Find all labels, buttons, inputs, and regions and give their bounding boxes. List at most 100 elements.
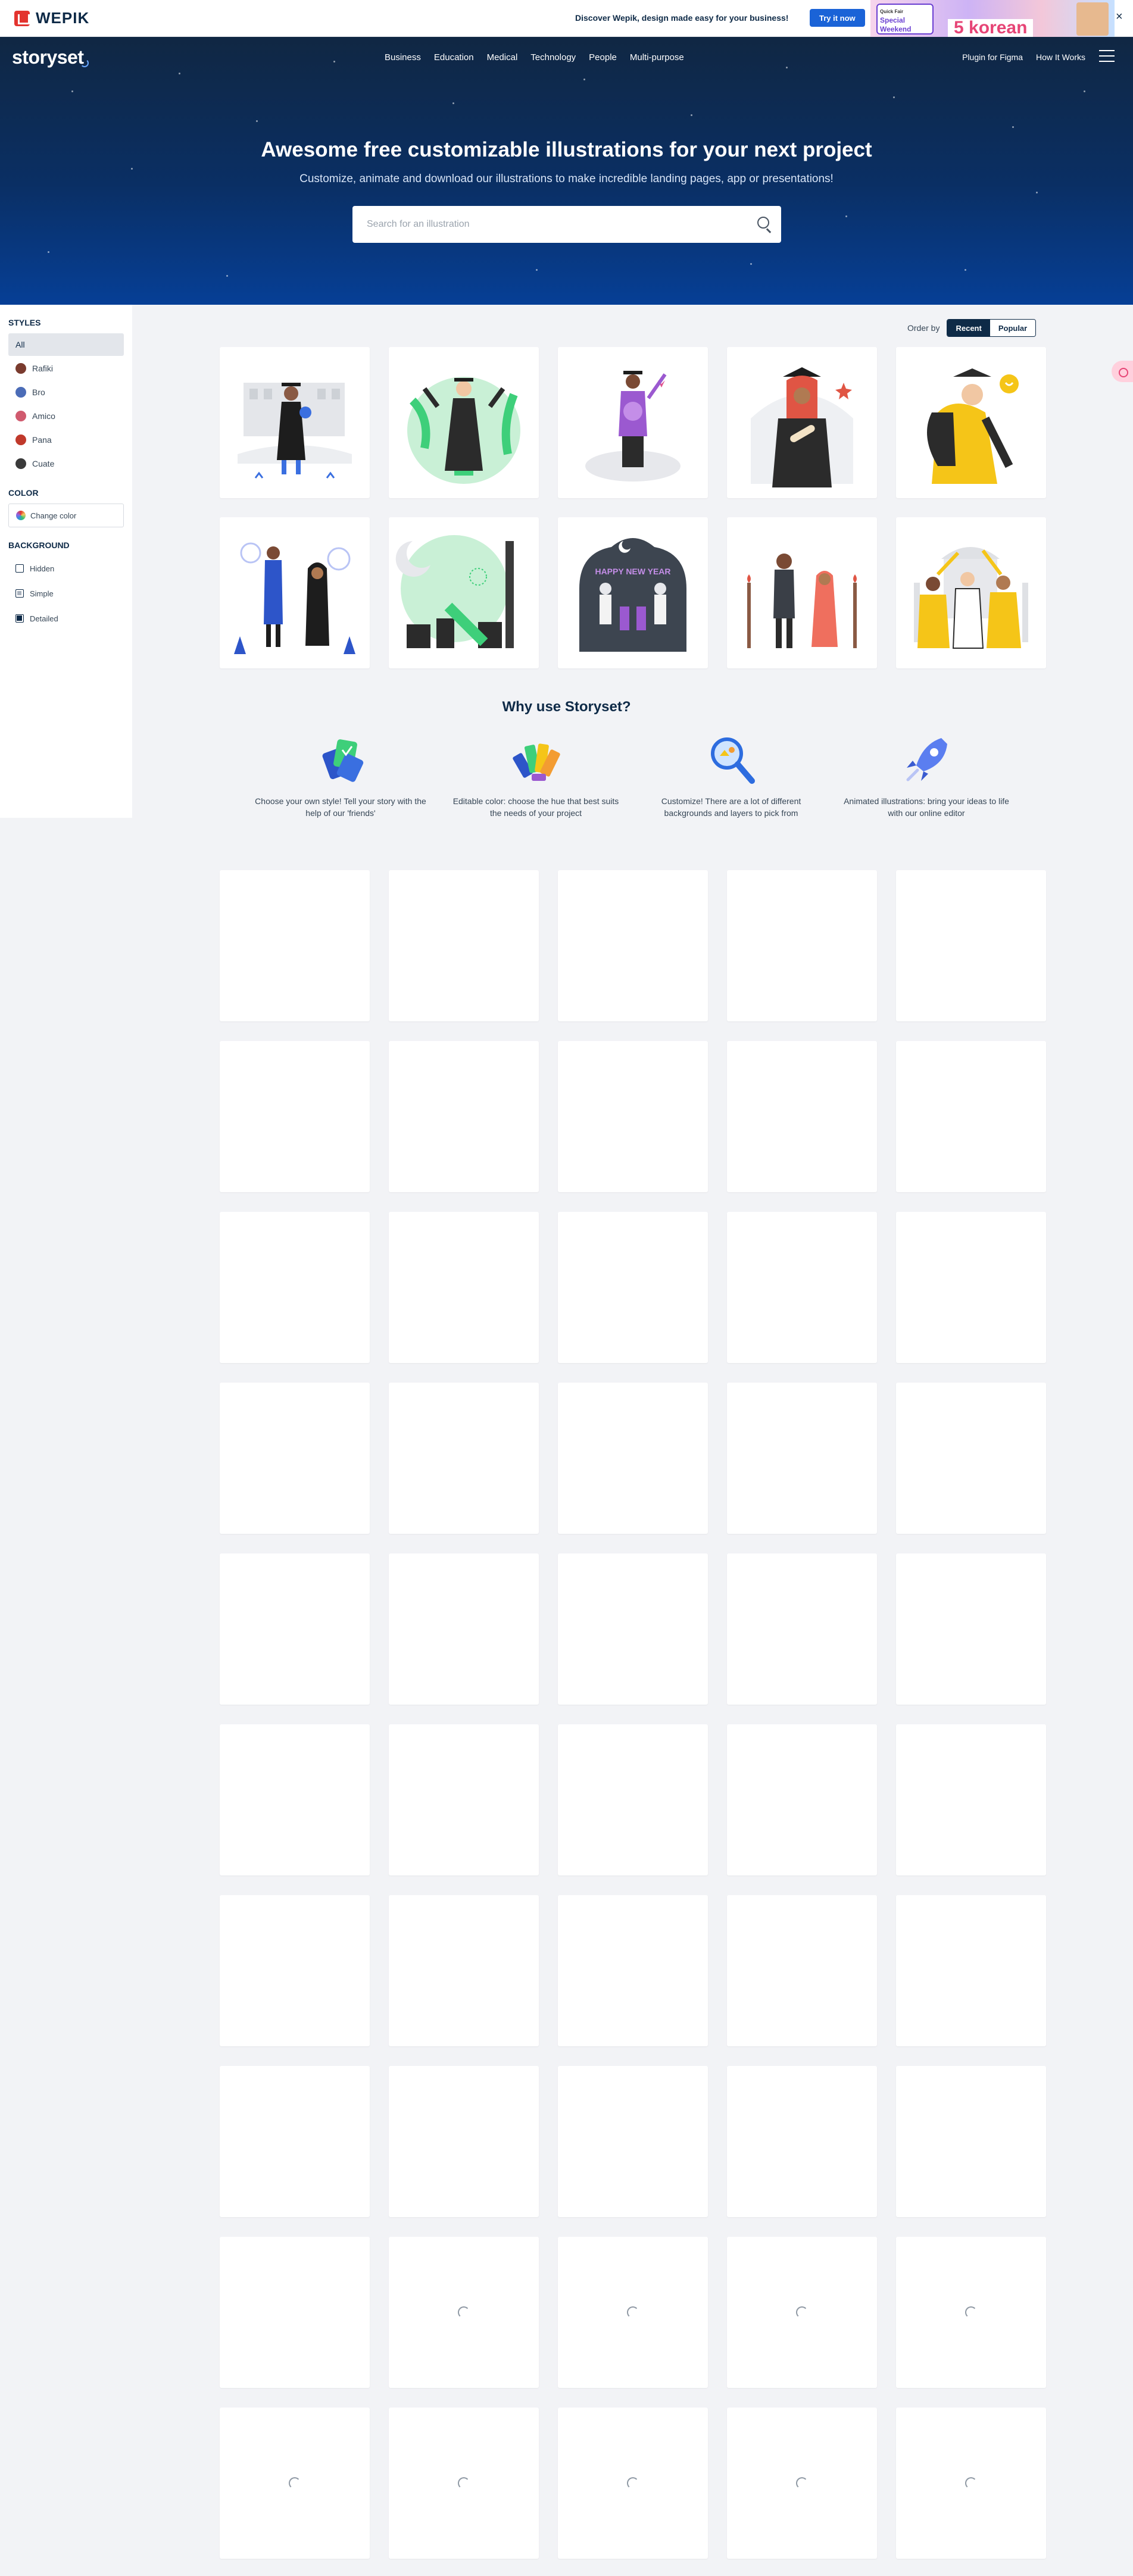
illustration-card-placeholder[interactable] bbox=[896, 2408, 1046, 2559]
illustration-card-placeholder[interactable] bbox=[896, 1895, 1046, 2046]
illustration-card[interactable] bbox=[727, 517, 877, 668]
illustration-card-placeholder[interactable] bbox=[727, 1383, 877, 1534]
hamburger-menu-icon[interactable] bbox=[1099, 50, 1115, 62]
feature-text: Animated illustrations: bring your ideas… bbox=[844, 796, 1009, 818]
illustration-card[interactable] bbox=[389, 517, 539, 668]
illustration-card-placeholder[interactable] bbox=[727, 2237, 877, 2388]
illustration-card-placeholder[interactable] bbox=[896, 1212, 1046, 1363]
nav-link-technology[interactable]: Technology bbox=[530, 52, 576, 62]
illustration-card-placeholder[interactable] bbox=[389, 1553, 539, 1705]
style-filter-amico[interactable]: Amico bbox=[8, 405, 124, 427]
illustration-card-placeholder[interactable] bbox=[389, 2408, 539, 2559]
nav-link-multi-purpose[interactable]: Multi-purpose bbox=[630, 52, 684, 62]
illustration-card-placeholder[interactable] bbox=[220, 2066, 370, 2217]
illustration-card-placeholder[interactable] bbox=[727, 1724, 877, 1875]
promo-banner[interactable]: Quick Fair Special Weekend 5 korean bbox=[870, 0, 1115, 37]
illustration-card-placeholder[interactable] bbox=[727, 1553, 877, 1705]
star-decoration bbox=[691, 114, 692, 116]
illustration-card-placeholder[interactable] bbox=[220, 1895, 370, 2046]
illustration-card-placeholder[interactable] bbox=[727, 1212, 877, 1363]
search-icon[interactable] bbox=[745, 207, 781, 242]
illustration-card-placeholder[interactable] bbox=[558, 870, 708, 1021]
order-popular-button[interactable]: Popular bbox=[990, 320, 1036, 336]
nav-link-business[interactable]: Business bbox=[385, 52, 421, 62]
order-toggle: Recent Popular bbox=[947, 319, 1037, 337]
background-hidden-option[interactable]: Hidden bbox=[8, 556, 124, 581]
illustration-card-placeholder[interactable] bbox=[558, 1041, 708, 1192]
plugin-for-figma-link[interactable]: Plugin for Figma bbox=[962, 52, 1023, 62]
storyset-logo[interactable]: storyset bbox=[12, 46, 88, 68]
illustration-card-placeholder[interactable] bbox=[896, 2237, 1046, 2388]
illustration-card-placeholder[interactable] bbox=[896, 1383, 1046, 1534]
star-decoration bbox=[845, 215, 847, 217]
illustration-card-placeholder[interactable] bbox=[389, 1895, 539, 2046]
illustration-card-placeholder[interactable] bbox=[220, 870, 370, 1021]
try-it-now-button[interactable]: Try it now bbox=[810, 9, 865, 27]
background-simple-option[interactable]: Simple bbox=[8, 581, 124, 606]
illustration-card-placeholder[interactable] bbox=[558, 1212, 708, 1363]
illustration-card-placeholder[interactable] bbox=[727, 1041, 877, 1192]
side-feedback-tab[interactable] bbox=[1112, 361, 1133, 382]
search-input[interactable] bbox=[352, 207, 745, 242]
illustration-card-placeholder[interactable] bbox=[558, 1895, 708, 2046]
illustration-card-placeholder[interactable] bbox=[220, 2408, 370, 2559]
illustration-card-placeholder[interactable] bbox=[389, 870, 539, 1021]
illustration-card-placeholder[interactable] bbox=[220, 1041, 370, 1192]
illustration-card-placeholder[interactable] bbox=[220, 1724, 370, 1875]
illustration-card-placeholder[interactable] bbox=[389, 1041, 539, 1192]
style-filter-cuate[interactable]: Cuate bbox=[8, 452, 124, 475]
wepik-logo[interactable]: WEPIK bbox=[14, 9, 89, 27]
graduate-hijab-diploma-illustration bbox=[751, 367, 853, 487]
color-palette-icon bbox=[513, 743, 560, 781]
illustration-card-placeholder[interactable] bbox=[896, 2066, 1046, 2217]
style-filter-all[interactable]: All bbox=[8, 333, 124, 356]
illustration-card-placeholder[interactable] bbox=[220, 1553, 370, 1705]
why-storyset-title: Why use Storyset? bbox=[502, 699, 631, 715]
illustration-card-placeholder[interactable] bbox=[727, 1895, 877, 2046]
illustration-card-placeholder[interactable] bbox=[220, 1212, 370, 1363]
illustration-card-placeholder[interactable] bbox=[558, 2408, 708, 2559]
illustration-card-placeholder[interactable] bbox=[558, 1553, 708, 1705]
illustration-card-placeholder[interactable] bbox=[896, 1724, 1046, 1875]
illustration-card-placeholder[interactable] bbox=[220, 1383, 370, 1534]
illustration-card[interactable] bbox=[896, 517, 1046, 668]
illustration-card-placeholder[interactable] bbox=[389, 1383, 539, 1534]
styles-heading: STYLES bbox=[8, 318, 41, 327]
illustration-card-placeholder[interactable] bbox=[727, 2408, 877, 2559]
background-detailed-option[interactable]: Detailed bbox=[8, 606, 124, 631]
nav-link-people[interactable]: People bbox=[589, 52, 617, 62]
illustration-card[interactable] bbox=[389, 347, 539, 498]
illustration-card-placeholder[interactable] bbox=[389, 2237, 539, 2388]
illustration-card-placeholder[interactable] bbox=[896, 1041, 1046, 1192]
loading-spinner-icon bbox=[965, 2306, 977, 2318]
illustration-card-placeholder[interactable] bbox=[389, 1724, 539, 1875]
nav-link-medical[interactable]: Medical bbox=[487, 52, 518, 62]
style-filter-pana[interactable]: Pana bbox=[8, 429, 124, 451]
illustration-card-placeholder[interactable] bbox=[558, 1383, 708, 1534]
illustration-card[interactable]: HAPPY NEW YEAR bbox=[558, 517, 708, 668]
illustration-card-placeholder[interactable] bbox=[558, 1724, 708, 1875]
illustration-card-placeholder[interactable] bbox=[896, 870, 1046, 1021]
style-filter-rafiki[interactable]: Rafiki bbox=[8, 357, 124, 380]
illustration-card[interactable] bbox=[896, 347, 1046, 498]
illustration-card-placeholder[interactable] bbox=[220, 2237, 370, 2388]
illustration-card-placeholder[interactable] bbox=[558, 2066, 708, 2217]
nav-link-education[interactable]: Education bbox=[434, 52, 474, 62]
illustration-card-placeholder[interactable] bbox=[896, 1553, 1046, 1705]
close-icon[interactable]: × bbox=[1116, 10, 1123, 24]
style-filter-bro[interactable]: Bro bbox=[8, 381, 124, 404]
promo-banner-tag-line1: Special bbox=[880, 16, 906, 24]
illustration-card-placeholder[interactable] bbox=[727, 870, 877, 1021]
illustration-card-placeholder[interactable] bbox=[389, 2066, 539, 2217]
illustration-card-placeholder[interactable] bbox=[558, 2237, 708, 2388]
how-it-works-link[interactable]: How It Works bbox=[1036, 52, 1085, 62]
illustration-card-placeholder[interactable] bbox=[389, 1212, 539, 1363]
background-option-label: Detailed bbox=[30, 614, 58, 623]
illustration-card[interactable] bbox=[220, 517, 370, 668]
illustration-card-placeholder[interactable] bbox=[727, 2066, 877, 2217]
order-recent-button[interactable]: Recent bbox=[947, 320, 990, 336]
illustration-card[interactable] bbox=[558, 347, 708, 498]
illustration-card[interactable] bbox=[220, 347, 370, 498]
change-color-button[interactable]: Change color bbox=[8, 504, 124, 527]
illustration-card[interactable] bbox=[727, 347, 877, 498]
